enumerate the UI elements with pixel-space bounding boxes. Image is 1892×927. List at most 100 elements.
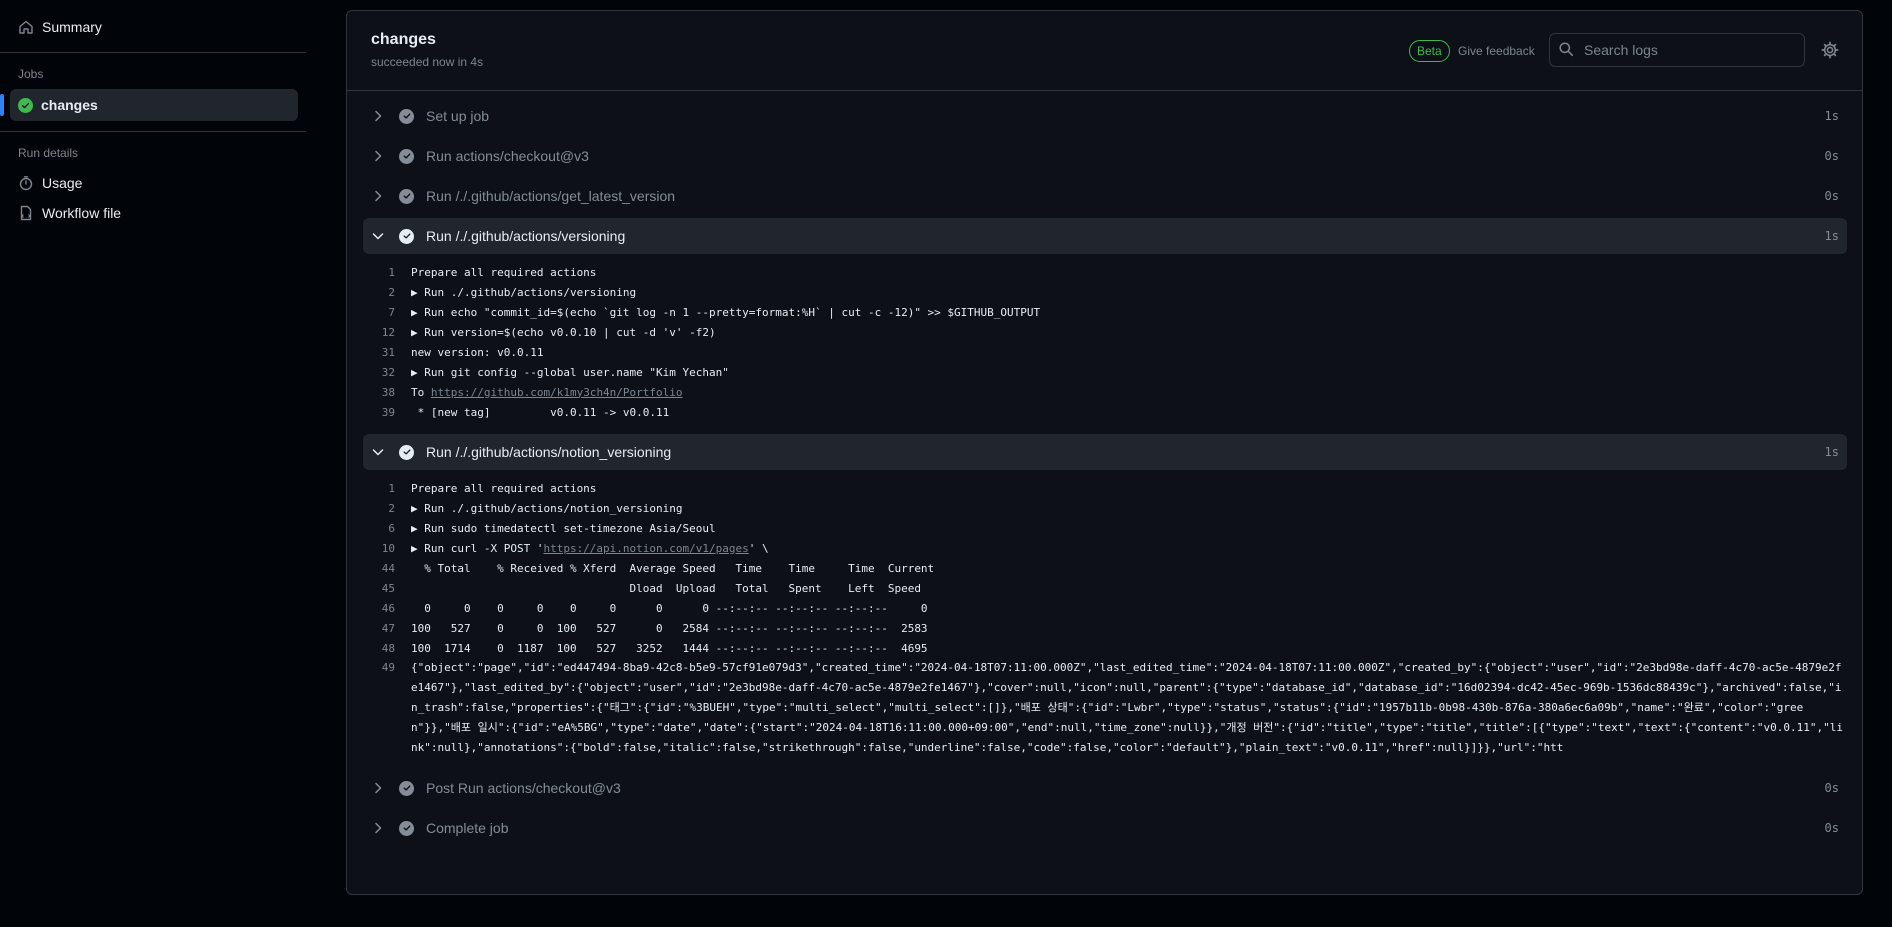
step-set-up-job[interactable]: Set up job 1s	[363, 98, 1847, 134]
workflow-file-icon	[18, 205, 34, 221]
log-line: 2 ▶ Run ./.github/actions/versioning	[363, 282, 1847, 302]
step-run-checkout[interactable]: Run actions/checkout@v3 0s	[363, 138, 1847, 174]
search-logs-input[interactable]	[1584, 42, 1784, 58]
versioning-log: 1 Prepare all required actions 2 ▶ Run ./.…	[363, 258, 1847, 430]
step-name: Run /./.github/actions/notion_versioning	[426, 444, 672, 460]
check-circle-icon	[399, 444, 414, 460]
log-line: 44 % Total % Received % Xferd Average Sp…	[363, 558, 1847, 578]
chevron-right-icon	[370, 108, 386, 124]
check-circle-icon	[399, 148, 414, 164]
sidebar-item-summary[interactable]: Summary	[0, 12, 298, 42]
line-number[interactable]: 32	[363, 366, 411, 379]
line-number[interactable]: 31	[363, 346, 411, 359]
log-line: 32 ▶ Run git config --global user.name "K…	[363, 362, 1847, 382]
line-number[interactable]: 38	[363, 386, 411, 399]
run-details-heading: Run details	[18, 146, 79, 160]
log-line: 38 To https://github.com/k1my3ch4n/Portfo…	[363, 382, 1847, 402]
job-title: changes	[371, 31, 436, 48]
log-line: 45 Dload Upload Total Spent Left Speed	[363, 578, 1847, 598]
log-line: 1 Prepare all required actions	[363, 478, 1847, 498]
line-number[interactable]: 39	[363, 406, 411, 419]
line-number[interactable]: 12	[363, 326, 411, 339]
notion-api-link[interactable]: https://api.notion.com/v1/pages	[543, 542, 748, 555]
line-number[interactable]: 46	[363, 602, 411, 615]
step-name: Post Run actions/checkout@v3	[426, 780, 621, 796]
divider	[0, 131, 306, 132]
step-name: Set up job	[426, 108, 490, 124]
step-run-get-latest-version[interactable]: Run /./.github/actions/get_latest_versio…	[363, 178, 1847, 214]
search-icon	[1558, 41, 1574, 60]
log-line: 31 new version: v0.0.11	[363, 342, 1847, 362]
line-number[interactable]: 2	[363, 286, 411, 299]
line-number[interactable]: 1	[363, 482, 411, 495]
give-feedback-link[interactable]: Give feedback	[1458, 44, 1535, 58]
log-line: 7 ▶ Run echo "commit_id=$(echo `git log -…	[363, 302, 1847, 322]
line-number[interactable]: 6	[363, 522, 411, 535]
check-circle-icon	[399, 188, 414, 204]
step-run-notion-versioning[interactable]: Run /./.github/actions/notion_versioning…	[363, 434, 1847, 470]
step-name: Run /./.github/actions/get_latest_versio…	[426, 188, 676, 204]
line-number[interactable]: 7	[363, 306, 411, 319]
sidebar-item-changes[interactable]: changes	[0, 89, 298, 121]
sidebar: Summary Jobs changes Run details Usage W…	[0, 0, 306, 927]
log-line: 6 ▶ Run sudo timedatectl set-timezone Asi…	[363, 518, 1847, 538]
stopwatch-icon	[18, 175, 34, 191]
check-circle-icon	[399, 108, 414, 124]
line-number[interactable]: 44	[363, 562, 411, 575]
log-line: 10 ▶ Run curl -X POST 'https://api.notion…	[363, 538, 1847, 558]
line-number[interactable]: 2	[363, 502, 411, 515]
line-number[interactable]: 45	[363, 582, 411, 595]
success-check-icon	[18, 97, 33, 113]
home-icon	[18, 19, 34, 35]
beta-badge: Beta	[1409, 40, 1450, 62]
check-circle-icon	[399, 780, 414, 796]
sidebar-item-label: Usage	[42, 175, 83, 191]
notion-versioning-log: 1 Prepare all required actions 2 ▶ Run ./.…	[363, 474, 1847, 766]
line-number[interactable]: 49	[363, 658, 411, 678]
search-logs-box[interactable]	[1549, 33, 1805, 67]
chevron-down-icon	[370, 228, 386, 244]
line-number[interactable]: 48	[363, 642, 411, 655]
step-post-run-checkout[interactable]: Post Run actions/checkout@v3 0s	[363, 770, 1847, 806]
sidebar-item-usage[interactable]: Usage	[0, 168, 298, 198]
line-number[interactable]: 10	[363, 542, 411, 555]
step-name: Run /./.github/actions/versioning	[426, 228, 626, 244]
step-duration: 0s	[1824, 821, 1839, 835]
line-number[interactable]: 1	[363, 266, 411, 279]
divider	[0, 52, 306, 53]
sidebar-item-label: changes	[41, 97, 98, 113]
chevron-down-icon	[370, 444, 386, 460]
sidebar-item-workflow-file[interactable]: Workflow file	[0, 198, 298, 228]
step-duration: 1s	[1824, 229, 1839, 243]
log-line: 2 ▶ Run ./.github/actions/notion_versioni…	[363, 498, 1847, 518]
job-log-panel: changes succeeded now in 4s Beta Give fe…	[346, 10, 1863, 895]
step-name: Run actions/checkout@v3	[426, 148, 589, 164]
chevron-right-icon	[370, 188, 386, 204]
step-name: Complete job	[426, 820, 509, 836]
log-line: 12 ▶ Run version=$(echo v0.0.10 | cut -d …	[363, 322, 1847, 342]
check-circle-icon	[399, 228, 414, 244]
chevron-right-icon	[370, 780, 386, 796]
jobs-heading: Jobs	[18, 67, 44, 81]
step-duration: 0s	[1824, 189, 1839, 203]
step-complete-job[interactable]: Complete job 0s	[363, 810, 1847, 846]
job-status-text: succeeded now in 4s	[371, 55, 484, 69]
step-run-versioning[interactable]: Run /./.github/actions/versioning 1s	[363, 218, 1847, 254]
job-header: changes succeeded now in 4s Beta Give fe…	[347, 11, 1862, 91]
chevron-right-icon	[370, 820, 386, 836]
step-duration: 0s	[1824, 149, 1839, 163]
steps-list: Set up job 1s Run actions/checkout@v3 0s…	[363, 98, 1847, 850]
log-line: 47 100 527 0 0 100 527 0 2584 --:--:-- --…	[363, 618, 1847, 638]
repo-link[interactable]: https://github.com/k1my3ch4n/Portfolio	[431, 386, 683, 399]
step-duration: 1s	[1824, 109, 1839, 123]
log-line: 39 * [new tag] v0.0.11 -> v0.0.11	[363, 402, 1847, 422]
log-line: 46 0 0 0 0 0 0 0 0 --:--:-- --:--:-- --:…	[363, 598, 1847, 618]
gear-icon[interactable]	[1821, 41, 1839, 59]
step-duration: 0s	[1824, 781, 1839, 795]
line-number[interactable]: 47	[363, 622, 411, 635]
check-circle-icon	[399, 820, 414, 836]
log-line: 1 Prepare all required actions	[363, 262, 1847, 282]
log-line: 48 100 1714 0 1187 100 527 3252 1444 --:-…	[363, 638, 1847, 658]
sidebar-item-label: Workflow file	[42, 205, 122, 221]
step-duration: 1s	[1824, 445, 1839, 459]
